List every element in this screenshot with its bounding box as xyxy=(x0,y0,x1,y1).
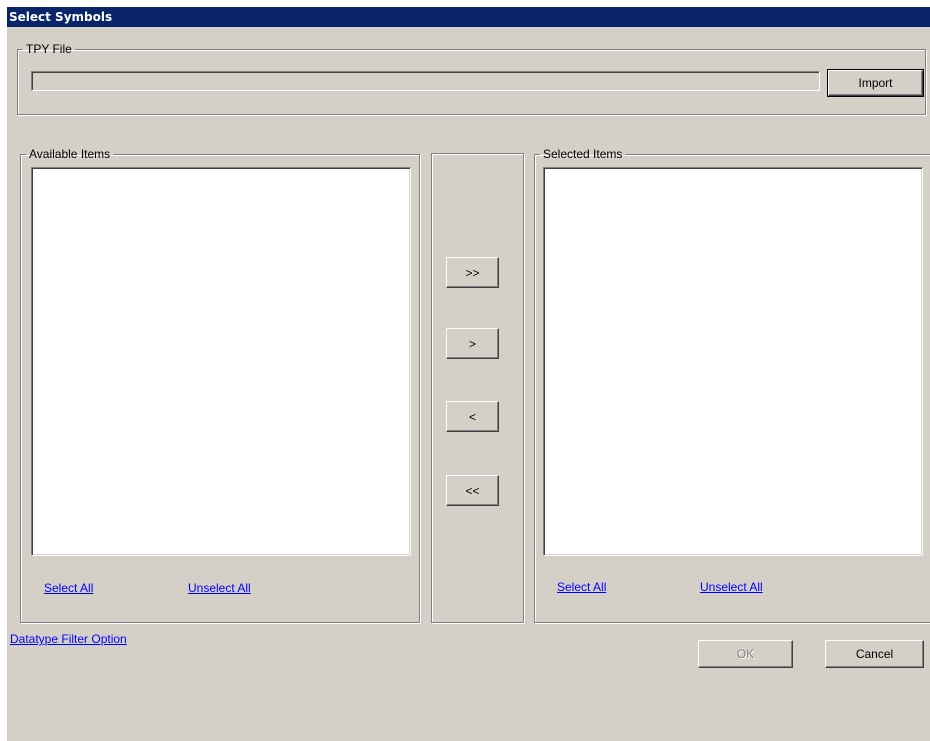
cancel-button[interactable]: Cancel xyxy=(825,640,924,668)
selected-select-all-link[interactable]: Select All xyxy=(557,580,606,594)
available-items-legend: Available Items xyxy=(29,147,111,161)
add-all-button[interactable]: >> xyxy=(446,257,499,288)
remove-selected-button[interactable]: < xyxy=(446,401,499,432)
select-symbols-dialog: Select Symbols TPY File Import Available… xyxy=(6,6,930,741)
remove-all-button[interactable]: << xyxy=(446,475,499,506)
transfer-panel xyxy=(431,153,524,623)
import-button[interactable]: Import xyxy=(827,69,924,97)
add-selected-button[interactable]: > xyxy=(446,328,499,359)
available-items-list[interactable] xyxy=(31,167,411,556)
tpy-file-legend: TPY File xyxy=(26,42,72,56)
selected-items-list[interactable] xyxy=(543,167,923,556)
available-select-all-link[interactable]: Select All xyxy=(44,581,93,595)
selected-items-legend: Selected Items xyxy=(543,147,623,161)
available-unselect-all-link[interactable]: Unselect All xyxy=(188,581,251,595)
datatype-filter-option-link[interactable]: Datatype Filter Option xyxy=(10,632,127,646)
tpy-file-path-field[interactable] xyxy=(31,71,820,91)
ok-button[interactable]: OK xyxy=(698,640,793,668)
dialog-title: Select Symbols xyxy=(7,7,930,27)
selected-unselect-all-link[interactable]: Unselect All xyxy=(700,580,763,594)
